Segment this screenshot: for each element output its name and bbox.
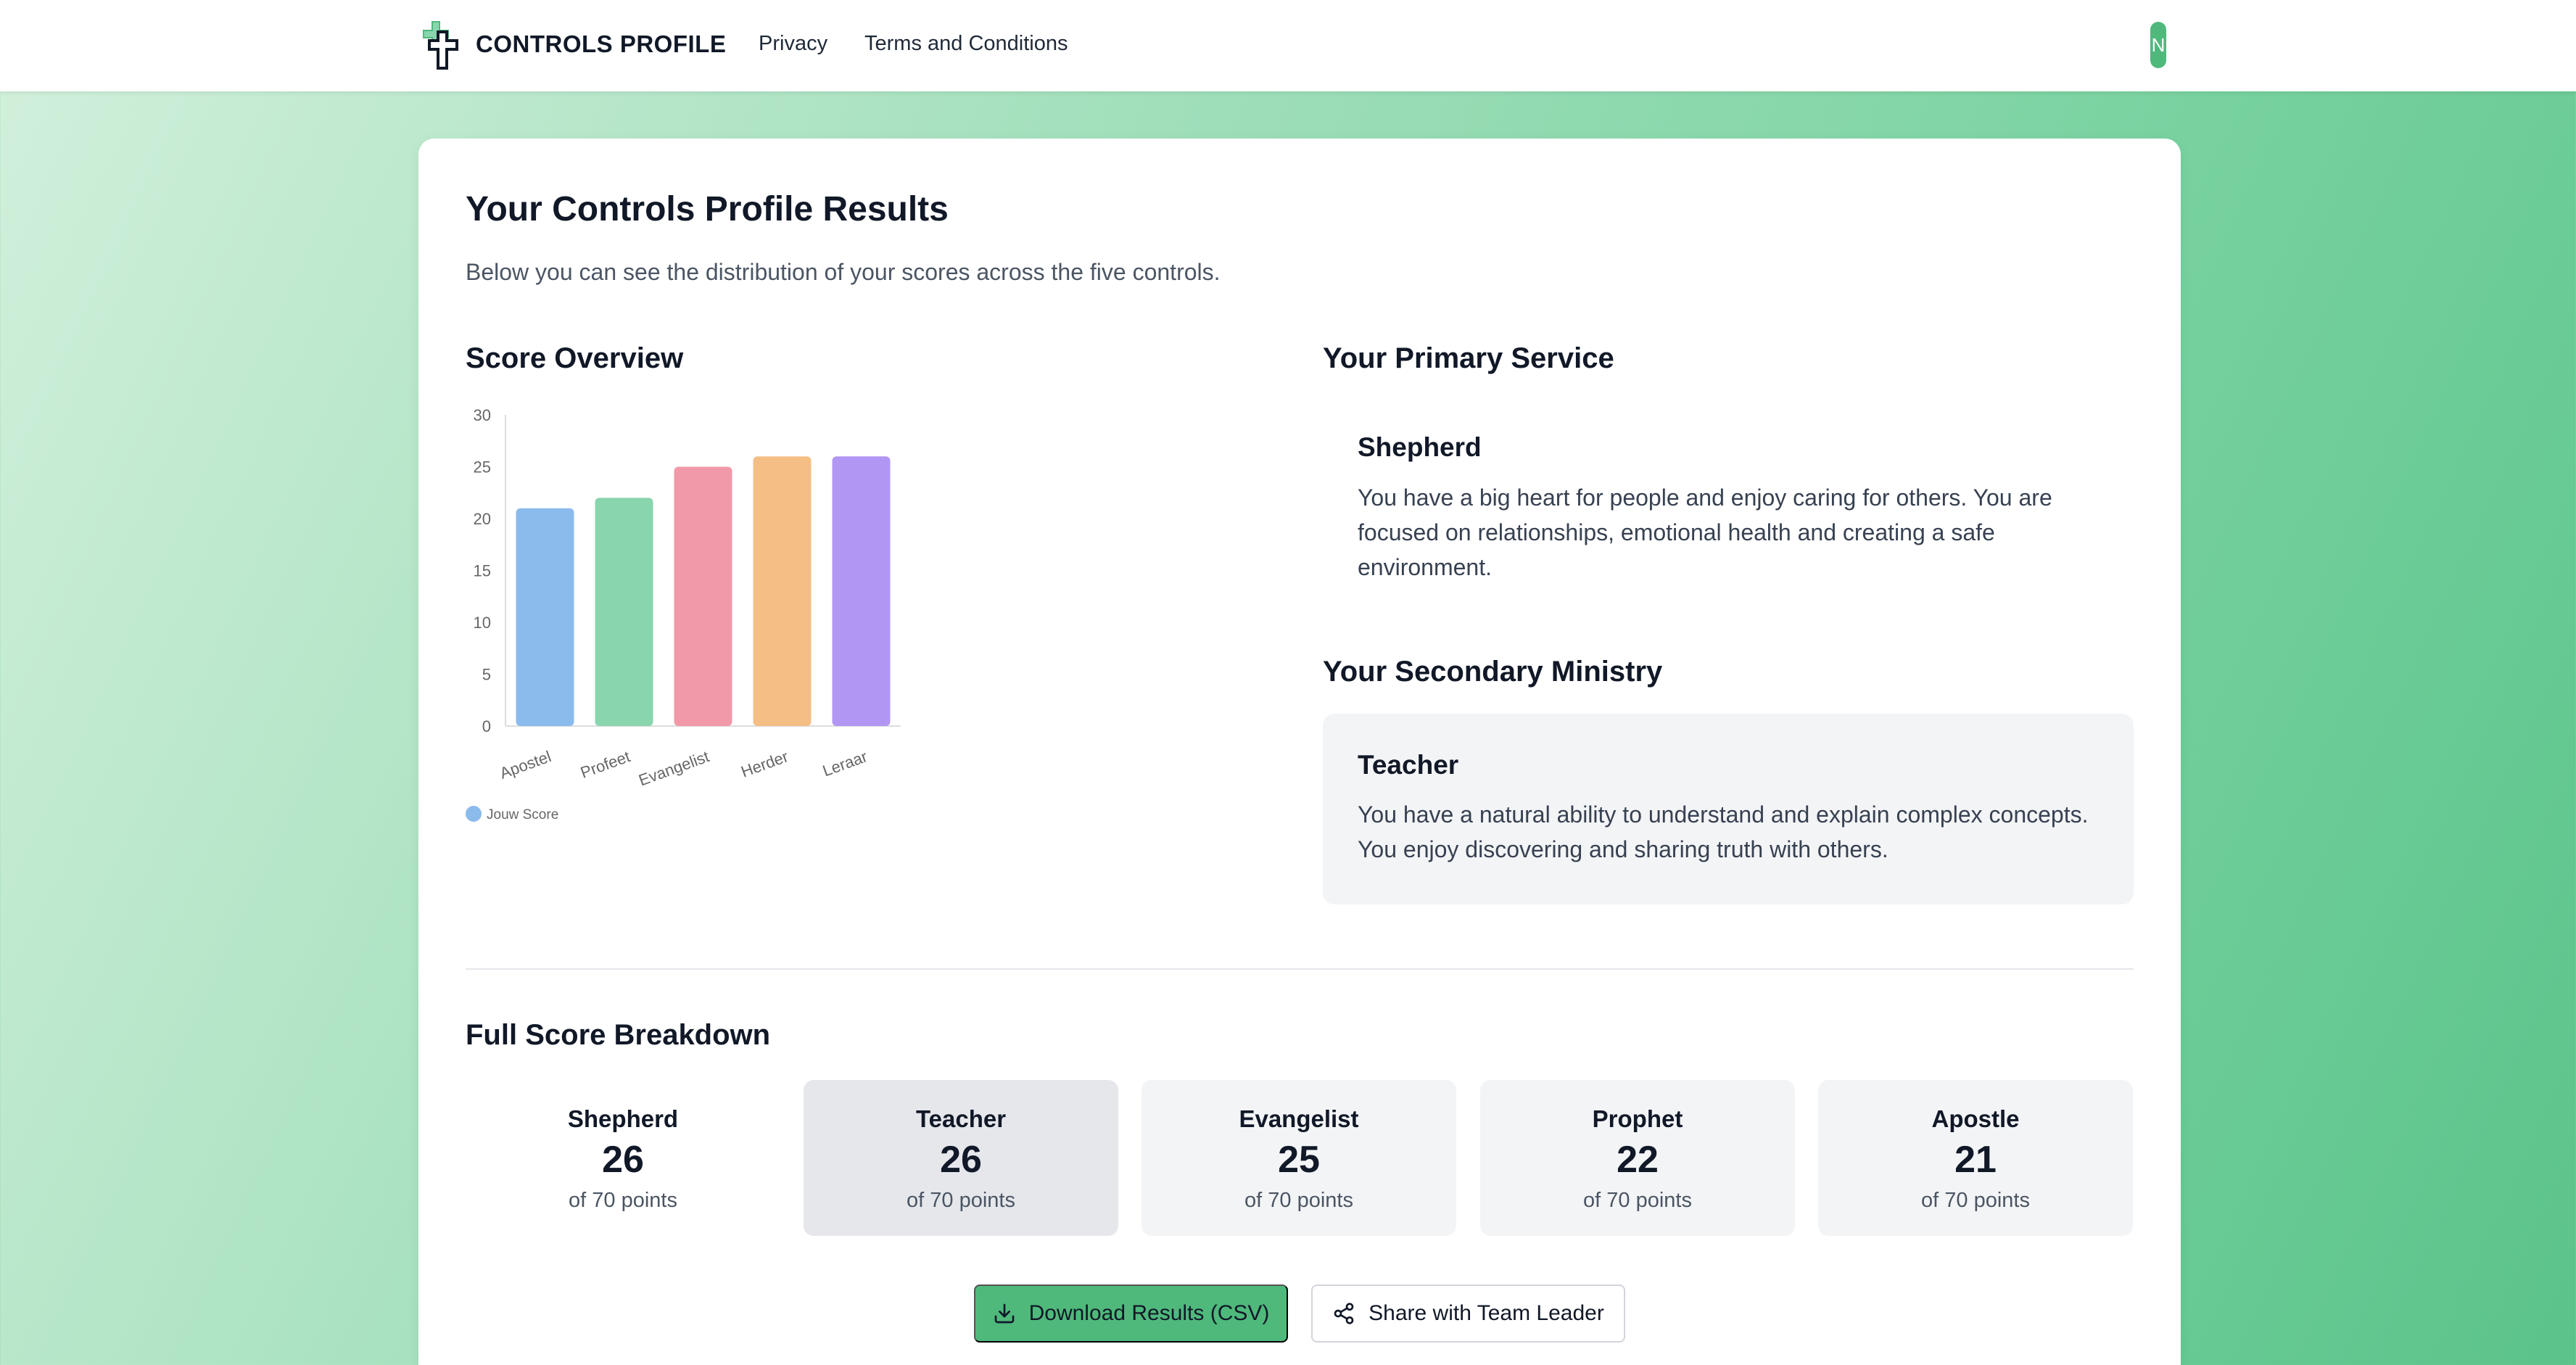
bar-profeet — [595, 498, 653, 726]
tile-name: Prophet — [1592, 1105, 1683, 1132]
x-tick-label: Herder — [738, 747, 790, 780]
tile-max-points: of 70 points — [1921, 1189, 2030, 1212]
bar-herder — [753, 456, 812, 726]
x-tick-label: Profeet — [578, 747, 632, 782]
score-tile-prophet[interactable]: Prophet 22 of 70 points — [1480, 1080, 1795, 1236]
score-bar-chart: 0 5 10 15 20 25 30 Apostel Profeet Evangelist Herd… — [466, 406, 901, 822]
score-tile-shepherd[interactable]: Shepherd 26 of 70 points — [466, 1080, 780, 1236]
share-icon — [1334, 1303, 1354, 1324]
results-card: Your Controls Profile Results Below you … — [418, 139, 2181, 1365]
secondary-ministry-name: Teacher — [1358, 750, 1459, 780]
y-tick-label: 0 — [482, 717, 491, 735]
primary-service-description: You have a big heart for people and enjo… — [1358, 484, 2052, 580]
x-tick-label: Evangelist — [636, 747, 711, 789]
legend-label: Jouw Score — [487, 807, 558, 822]
tile-score: 26 — [940, 1139, 982, 1181]
tile-max-points: of 70 points — [569, 1189, 677, 1212]
tile-score: 26 — [602, 1139, 644, 1181]
cross-logo-icon[interactable] — [422, 20, 461, 70]
nav-link-privacy[interactable]: Privacy — [759, 32, 827, 56]
y-tick-label: 25 — [474, 458, 491, 477]
page-subtitle: Below you can see the distribution of yo… — [466, 259, 1221, 285]
download-csv-button[interactable]: Download Results (CSV) — [974, 1284, 1288, 1343]
tile-max-points: of 70 points — [1244, 1189, 1353, 1212]
breakdown-heading: Full Score Breakdown — [466, 1019, 771, 1051]
score-tile-teacher[interactable]: Teacher 26 of 70 points — [804, 1080, 1118, 1236]
bar-evangelist — [674, 466, 732, 726]
secondary-ministry-heading: Your Secondary Ministry — [1323, 656, 1663, 688]
avatar[interactable]: N — [2150, 22, 2166, 68]
chart-heading: Score Overview — [466, 342, 684, 374]
score-tile-evangelist[interactable]: Evangelist 25 of 70 points — [1142, 1080, 1456, 1236]
share-team-leader-label: Share with Team Leader — [1368, 1301, 1604, 1325]
page-title: Your Controls Profile Results — [466, 190, 949, 228]
section-divider — [466, 968, 2134, 970]
primary-service-name: Shepherd — [1358, 432, 1482, 462]
tile-name: Shepherd — [567, 1105, 679, 1132]
brand-title[interactable]: CONTROLS PROFILE — [476, 30, 726, 58]
y-tick-label: 30 — [474, 406, 491, 424]
tile-score: 21 — [1954, 1139, 1997, 1181]
tile-max-points: of 70 points — [1583, 1189, 1692, 1212]
tile-name: Teacher — [915, 1105, 1007, 1132]
share-team-leader-button[interactable]: Share with Team Leader — [1311, 1284, 1625, 1343]
x-tick-label: Apostel — [498, 747, 554, 783]
tile-score: 25 — [1278, 1139, 1320, 1181]
primary-service-heading: Your Primary Service — [1323, 342, 1614, 374]
bar-leraar — [832, 456, 891, 726]
tile-score: 22 — [1617, 1139, 1659, 1181]
x-tick-label: Leraar — [820, 747, 870, 780]
legend-swatch — [466, 806, 482, 822]
y-tick-label: 20 — [474, 510, 491, 528]
y-tick-label: 15 — [474, 562, 491, 580]
tile-name: Evangelist — [1239, 1105, 1359, 1132]
score-tile-apostle[interactable]: Apostle 21 of 70 points — [1818, 1080, 2133, 1236]
y-tick-label: 10 — [474, 614, 491, 632]
primary-service-box: Shepherd You have a big heart for people… — [1323, 414, 2134, 599]
tile-name: Apostle — [1931, 1105, 2020, 1132]
download-icon — [994, 1303, 1014, 1324]
secondary-ministry-description: You have a natural ability to understand… — [1358, 801, 2089, 862]
secondary-ministry-box: Teacher You have a natural ability to un… — [1323, 714, 2134, 904]
y-tick-label: 5 — [482, 666, 491, 684]
tile-max-points: of 70 points — [907, 1189, 1015, 1212]
nav-link-terms[interactable]: Terms and Conditions — [864, 32, 1068, 56]
download-csv-label: Download Results (CSV) — [1028, 1301, 1270, 1325]
bar-apostel — [516, 508, 574, 726]
top-navbar: CONTROLS PROFILE Privacy Terms and Condi… — [0, 0, 2576, 91]
